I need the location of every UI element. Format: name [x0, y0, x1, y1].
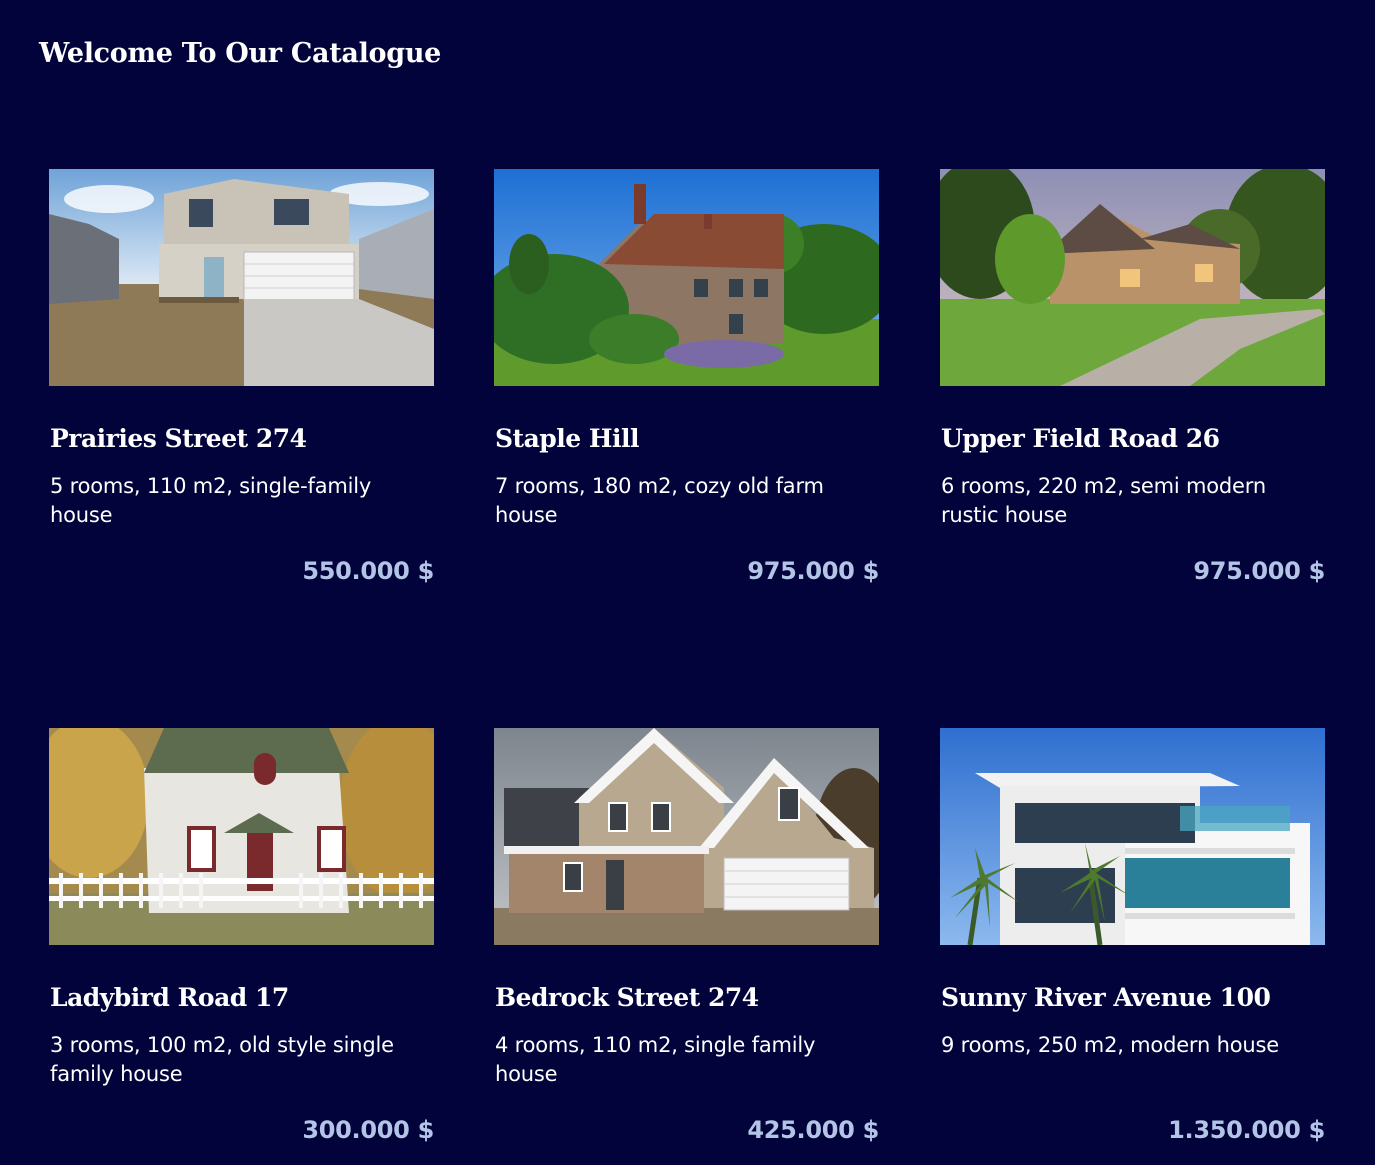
- listing-description: 7 rooms, 180 m2, cozy old farm house: [495, 474, 824, 527]
- listing-card[interactable]: Upper Field Road 26 6 rooms, 220 m2, sem…: [940, 169, 1325, 585]
- listing-description: 6 rooms, 220 m2, semi modern rustic hous…: [941, 474, 1266, 527]
- listing-price: 1.350.000 $: [1168, 1116, 1325, 1144]
- listing-title[interactable]: Staple Hill: [495, 424, 640, 453]
- listing-photo[interactable]: [49, 169, 434, 386]
- listing-card[interactable]: Sunny River Avenue 100 9 rooms, 250 m2, …: [940, 728, 1325, 1144]
- listing-photo[interactable]: [49, 728, 434, 945]
- listing-photo[interactable]: [940, 728, 1325, 945]
- listing-title[interactable]: Prairies Street 274: [50, 424, 307, 453]
- listing-photo[interactable]: [940, 169, 1325, 386]
- listing-photo[interactable]: [494, 169, 879, 386]
- catalogue-page: Welcome To Our Catalogue Prairies Street…: [0, 0, 1375, 1165]
- listing-title[interactable]: Ladybird Road 17: [50, 983, 289, 1012]
- listing-description: 9 rooms, 250 m2, modern house: [941, 1033, 1279, 1057]
- listing-price: 425.000 $: [747, 1116, 879, 1144]
- listing-title[interactable]: Sunny River Avenue 100: [941, 983, 1271, 1012]
- listing-photo[interactable]: [494, 728, 879, 945]
- listing-card[interactable]: Bedrock Street 274 4 rooms, 110 m2, sing…: [494, 728, 879, 1144]
- listing-description: 4 rooms, 110 m2, single family house: [495, 1033, 816, 1086]
- listing-description: 3 rooms, 100 m2, old style single family…: [50, 1033, 394, 1086]
- listing-price: 975.000 $: [747, 557, 879, 585]
- listing-title[interactable]: Upper Field Road 26: [941, 424, 1220, 453]
- listing-price: 300.000 $: [302, 1116, 434, 1144]
- listing-price: 975.000 $: [1193, 557, 1325, 585]
- listing-title[interactable]: Bedrock Street 274: [495, 983, 759, 1012]
- listing-card[interactable]: Prairies Street 274 5 rooms, 110 m2, sin…: [49, 169, 434, 585]
- listing-card[interactable]: Ladybird Road 17 3 rooms, 100 m2, old st…: [49, 728, 434, 1144]
- listing-description: 5 rooms, 110 m2, single-family house: [50, 474, 372, 527]
- page-title: Welcome To Our Catalogue: [39, 38, 442, 69]
- listing-price: 550.000 $: [302, 557, 434, 585]
- listing-card[interactable]: Staple Hill 7 rooms, 180 m2, cozy old fa…: [494, 169, 879, 585]
